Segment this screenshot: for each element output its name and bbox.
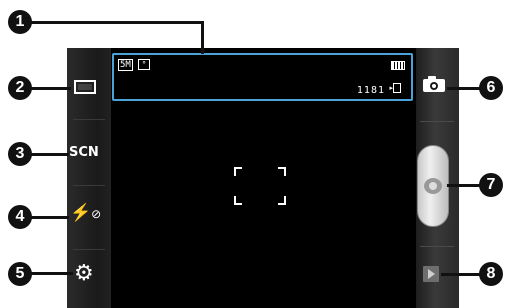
callout-2: 2 [8,76,32,100]
callout-8: 8 [479,262,503,286]
divider [73,119,105,120]
divider [420,121,454,122]
storage-icon: ▸ [389,83,401,95]
gear-icon[interactable]: ⚙ [74,262,94,284]
divider [420,246,454,247]
shooting-mode-icon[interactable] [74,80,96,94]
callout-line [31,21,203,24]
camera-switch-icon[interactable] [423,75,447,93]
callout-line [31,216,69,219]
callout-3: 3 [8,142,32,166]
flash-icon: ⚡ [70,203,92,222]
flash-off-symbol: ⊘ [91,207,102,221]
callout-1: 1 [8,10,32,34]
focus-frame [234,167,286,205]
callout-line [31,153,69,156]
callout-line [201,21,204,54]
callout-line [31,87,71,90]
scene-mode-button[interactable]: SCN [69,145,99,160]
callout-7: 7 [479,173,503,197]
battery-icon [391,61,405,70]
divider [73,185,105,186]
shooting-mode-badge: ° [138,59,150,70]
callout-5: 5 [8,262,32,286]
remaining-shots: 1181 [356,85,385,96]
shutter-button[interactable] [417,145,449,227]
resolution-badge: 5M [118,59,133,71]
camera-icon [424,178,442,194]
callout-4: 4 [8,205,32,229]
flash-off-icon[interactable]: ⚡⊘ [70,203,101,223]
play-icon[interactable] [423,266,439,282]
indicator-area: 5M ° 1181 ▸ [112,53,413,101]
callout-line [31,272,73,275]
callout-6: 6 [479,76,503,100]
divider [73,249,105,250]
